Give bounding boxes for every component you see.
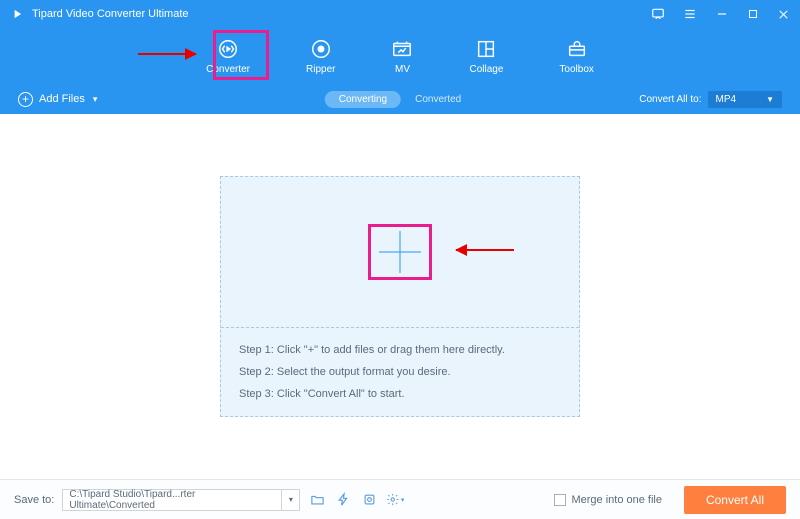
dropzone-steps: Step 1: Click "+" to add files or drag t… bbox=[221, 327, 579, 416]
mv-icon bbox=[391, 38, 413, 60]
step-text: Step 2: Select the output format you des… bbox=[239, 366, 561, 378]
maximize-button[interactable] bbox=[747, 7, 759, 21]
app-logo bbox=[10, 7, 24, 21]
merge-label: Merge into one file bbox=[571, 494, 662, 506]
gpu-icon[interactable] bbox=[360, 491, 378, 509]
annotation-arrow-converter bbox=[138, 53, 196, 55]
convert-all-button[interactable]: Convert All bbox=[684, 486, 786, 514]
nav-label: Ripper bbox=[306, 64, 335, 75]
add-files-plus-icon[interactable] bbox=[379, 231, 421, 273]
nav-collage[interactable]: Collage bbox=[461, 34, 511, 79]
save-path-dropdown[interactable]: ▾ bbox=[282, 489, 300, 511]
chevron-down-icon: ▼ bbox=[766, 95, 774, 104]
toolbox-icon bbox=[566, 38, 588, 60]
close-button[interactable] bbox=[777, 7, 790, 21]
nav-label: MV bbox=[395, 64, 410, 75]
ripper-icon bbox=[310, 38, 332, 60]
checkbox-icon bbox=[554, 494, 566, 506]
main-area: Step 1: Click "+" to add files or drag t… bbox=[0, 114, 800, 479]
convert-all-label: Convert All bbox=[706, 493, 764, 507]
main-nav: Converter Ripper MV Collage Toolbox bbox=[0, 28, 800, 84]
annotation-arrow-plus bbox=[456, 249, 514, 251]
toolbar: + Add Files ▾ Converting Converted Conve… bbox=[0, 84, 800, 114]
step-text: Step 3: Click "Convert All" to start. bbox=[239, 388, 561, 400]
titlebar: Tipard Video Converter Ultimate bbox=[0, 0, 800, 28]
tab-converted[interactable]: Converted bbox=[401, 91, 475, 108]
status-tabs: Converting Converted bbox=[325, 91, 476, 108]
settings-icon[interactable]: ▾ bbox=[386, 491, 404, 509]
highlight-box-plus bbox=[368, 224, 432, 280]
merge-checkbox[interactable]: Merge into one file bbox=[554, 494, 662, 506]
nav-toolbox[interactable]: Toolbox bbox=[551, 34, 601, 79]
save-to-label: Save to: bbox=[14, 494, 54, 506]
plus-icon: + bbox=[18, 92, 33, 107]
output-format-select[interactable]: MP4 ▼ bbox=[708, 91, 782, 108]
feedback-icon[interactable] bbox=[651, 7, 665, 21]
highlight-box-converter bbox=[213, 30, 269, 80]
add-files-label: Add Files bbox=[39, 93, 85, 105]
minimize-button[interactable] bbox=[715, 7, 729, 21]
open-folder-icon[interactable] bbox=[308, 491, 326, 509]
convert-all-to-label: Convert All to: bbox=[639, 94, 701, 105]
step-text: Step 1: Click "+" to add files or drag t… bbox=[239, 344, 561, 356]
tab-converting[interactable]: Converting bbox=[325, 91, 401, 108]
window-controls bbox=[651, 7, 790, 21]
format-value: MP4 bbox=[716, 94, 737, 105]
bottom-bar: Save to: C:\Tipard Studio\Tipard...rter … bbox=[0, 479, 800, 519]
nav-mv[interactable]: MV bbox=[383, 34, 421, 79]
dropzone[interactable]: Step 1: Click "+" to add files or drag t… bbox=[220, 176, 580, 417]
menu-icon[interactable] bbox=[683, 7, 697, 21]
collage-icon bbox=[475, 38, 497, 60]
nav-label: Collage bbox=[469, 64, 503, 75]
app-title: Tipard Video Converter Ultimate bbox=[32, 8, 651, 20]
add-files-button[interactable]: + Add Files ▾ bbox=[18, 92, 97, 107]
dropzone-upper[interactable] bbox=[221, 177, 579, 327]
save-path-field[interactable]: C:\Tipard Studio\Tipard...rter Ultimate\… bbox=[62, 489, 282, 511]
hardware-accel-icon[interactable] bbox=[334, 491, 352, 509]
nav-ripper[interactable]: Ripper bbox=[298, 34, 343, 79]
nav-label: Toolbox bbox=[559, 64, 593, 75]
chevron-down-icon: ▾ bbox=[93, 94, 98, 105]
